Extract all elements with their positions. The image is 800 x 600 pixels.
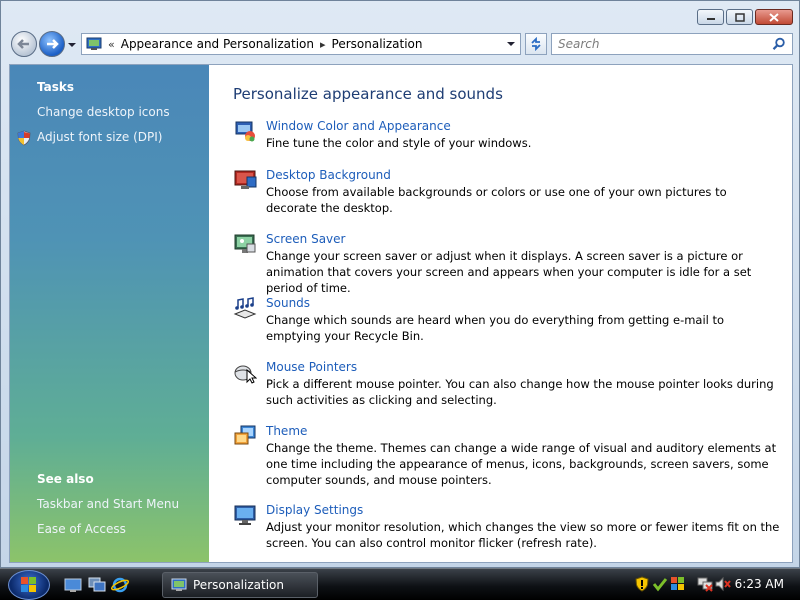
search-icon[interactable]: [772, 37, 786, 51]
mouse-pointers-icon: [234, 365, 257, 384]
minimize-icon: [706, 18, 715, 20]
refresh-icon: [531, 37, 541, 51]
back-arrow-icon: [17, 39, 29, 49]
taskbar-personalization-button[interactable]: Personalization: [162, 572, 318, 598]
forward-arrow-icon: [47, 39, 59, 49]
switch-windows-icon[interactable]: [88, 577, 106, 593]
breadcrumb-separator[interactable]: ▸: [320, 38, 326, 51]
desktop-background-link[interactable]: Desktop Background: [266, 168, 391, 182]
breadcrumb-appearance[interactable]: Appearance and Personalization: [121, 37, 314, 51]
control-panel-icon: [171, 578, 187, 591]
adjust-font-size-link[interactable]: Adjust font size (DPI): [37, 130, 162, 144]
mouse-pointers-link[interactable]: Mouse Pointers: [266, 360, 357, 374]
breadcrumb-personalization[interactable]: Personalization: [332, 37, 423, 51]
display-settings-link[interactable]: Display Settings: [266, 503, 363, 517]
sounds-icon: [233, 297, 257, 319]
minimize-button[interactable]: [697, 9, 724, 25]
search-box[interactable]: [551, 33, 793, 55]
chevron-down-icon: [507, 42, 515, 46]
address-bar[interactable]: « Appearance and Personalization ▸ Perso…: [81, 33, 521, 55]
content-area: Tasks Change desktop icons Adjust font s…: [9, 64, 793, 563]
tasks-heading: Tasks: [37, 80, 75, 94]
mouse-pointers-description: Pick a different mouse pointer. You can …: [266, 377, 774, 407]
maximize-icon: [734, 12, 745, 22]
desktop-background-icon: [234, 170, 257, 189]
caption-buttons: [697, 9, 793, 25]
maximize-button[interactable]: [726, 9, 753, 25]
shield-icon: [17, 130, 31, 146]
window-color-link[interactable]: Window Color and Appearance: [266, 119, 451, 133]
sounds-description: Change which sounds are heard when you d…: [266, 313, 725, 343]
task-pane: Tasks Change desktop icons Adjust font s…: [10, 65, 209, 562]
main-panel: Personalize appearance and sounds Window…: [209, 65, 792, 562]
theme-link[interactable]: Theme: [266, 424, 307, 438]
recent-pages-dropdown[interactable]: [67, 39, 77, 49]
change-desktop-icons-link[interactable]: Change desktop icons: [37, 105, 170, 119]
screen-saver-description: Change your screen saver or adjust when …: [266, 249, 752, 295]
address-dropdown[interactable]: [504, 37, 518, 51]
display-settings-icon: [234, 505, 256, 525]
taskbar: Personalization 6:23 AM: [0, 568, 800, 600]
personalization-window: « Appearance and Personalization ▸ Perso…: [0, 0, 800, 568]
window-color-icon: [235, 121, 255, 142]
page-title: Personalize appearance and sounds: [233, 85, 503, 103]
refresh-button[interactable]: [525, 33, 547, 55]
show-desktop-icon[interactable]: [64, 577, 82, 593]
window-color-description: Fine tune the color and style of your wi…: [266, 136, 532, 150]
network-icon[interactable]: [697, 576, 713, 592]
forward-button[interactable]: [39, 31, 65, 57]
windows-defender-icon[interactable]: [652, 576, 668, 592]
display-settings-description: Adjust your monitor resolution, which ch…: [266, 520, 780, 550]
volume-muted-icon[interactable]: [715, 576, 731, 592]
close-button[interactable]: [755, 9, 793, 25]
screen-saver-link[interactable]: Screen Saver: [266, 232, 345, 246]
desktop-background-description: Choose from available backgrounds or col…: [266, 185, 727, 215]
see-also-heading: See also: [37, 472, 94, 486]
security-shield-icon[interactable]: [634, 576, 650, 592]
sounds-link[interactable]: Sounds: [266, 296, 310, 310]
breadcrumb-overflow[interactable]: «: [108, 38, 115, 51]
windows-logo-icon: [21, 577, 36, 592]
start-button[interactable]: [8, 570, 50, 600]
navigation-bar: « Appearance and Personalization ▸ Perso…: [9, 31, 793, 59]
close-icon: [769, 12, 779, 22]
internet-explorer-icon[interactable]: [111, 577, 129, 593]
taskbar-start-menu-link[interactable]: Taskbar and Start Menu: [37, 497, 179, 511]
ease-of-access-link[interactable]: Ease of Access: [37, 522, 126, 536]
control-panel-icon: [86, 37, 102, 50]
back-button[interactable]: [11, 31, 37, 57]
security-center-icon[interactable]: [670, 576, 686, 592]
chevron-down-icon: [68, 43, 76, 47]
screen-saver-icon: [234, 234, 256, 253]
taskbar-window-label: Personalization: [193, 578, 284, 592]
search-input[interactable]: [558, 37, 758, 51]
theme-icon: [234, 425, 256, 445]
taskbar-clock[interactable]: 6:23 AM: [735, 577, 784, 591]
theme-description: Change the theme. Themes can change a wi…: [266, 441, 777, 487]
